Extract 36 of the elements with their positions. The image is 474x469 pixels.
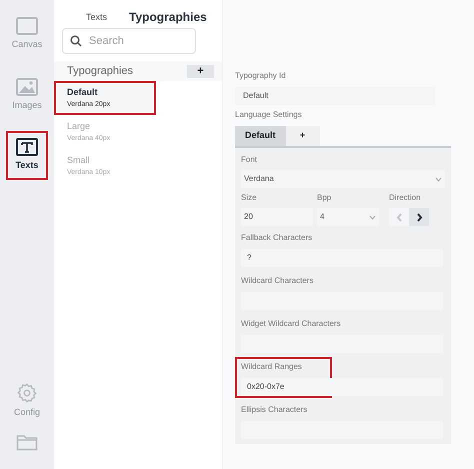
image-icon [16, 78, 38, 96]
folder-icon[interactable] [16, 433, 38, 451]
text-field[interactable]: ? [241, 249, 443, 267]
add-button[interactable]: + [187, 64, 214, 78]
list-title: Typographies [67, 64, 134, 79]
field-label: Fallback Characters [241, 232, 314, 244]
field-label: Wildcard Characters [241, 275, 314, 287]
search-icon [70, 35, 82, 47]
field-label: Font [241, 154, 258, 166]
size-field[interactable]: 20 [241, 208, 313, 226]
text-icon [16, 138, 38, 156]
font-select[interactable]: Verdana [241, 170, 445, 188]
direction-button[interactable] [409, 208, 429, 226]
chevron-right-icon [416, 212, 422, 222]
field-label: Size [241, 192, 258, 204]
chevron-down-icon [369, 214, 376, 220]
field-label: Direction [389, 192, 422, 204]
chevron-left-icon [396, 212, 402, 222]
field-label: Typography Id [235, 70, 287, 82]
text-field[interactable]: 0x20-0x7e [241, 378, 443, 396]
id-field[interactable]: Default [235, 87, 435, 105]
field-label: Ellipsis Characters [241, 404, 308, 416]
language-tab[interactable]: + [286, 126, 320, 146]
tab[interactable]: Texts [86, 10, 108, 26]
field-label: Language Settings [235, 109, 303, 121]
tab[interactable]: Typographies [129, 8, 207, 26]
chevron-down-icon [435, 176, 442, 182]
sidebar-item[interactable]: Texts [6, 131, 48, 180]
field-label: Bpp [317, 192, 332, 204]
gear-icon [16, 382, 38, 404]
field-label: Widget Wildcard Characters [241, 318, 342, 330]
language-tab[interactable]: Default [235, 126, 286, 146]
bpp-select[interactable]: 4 [317, 208, 379, 226]
search-field[interactable]: Search [62, 28, 196, 54]
field-label: Wildcard Ranges [241, 361, 303, 373]
canvas-icon [16, 17, 38, 35]
